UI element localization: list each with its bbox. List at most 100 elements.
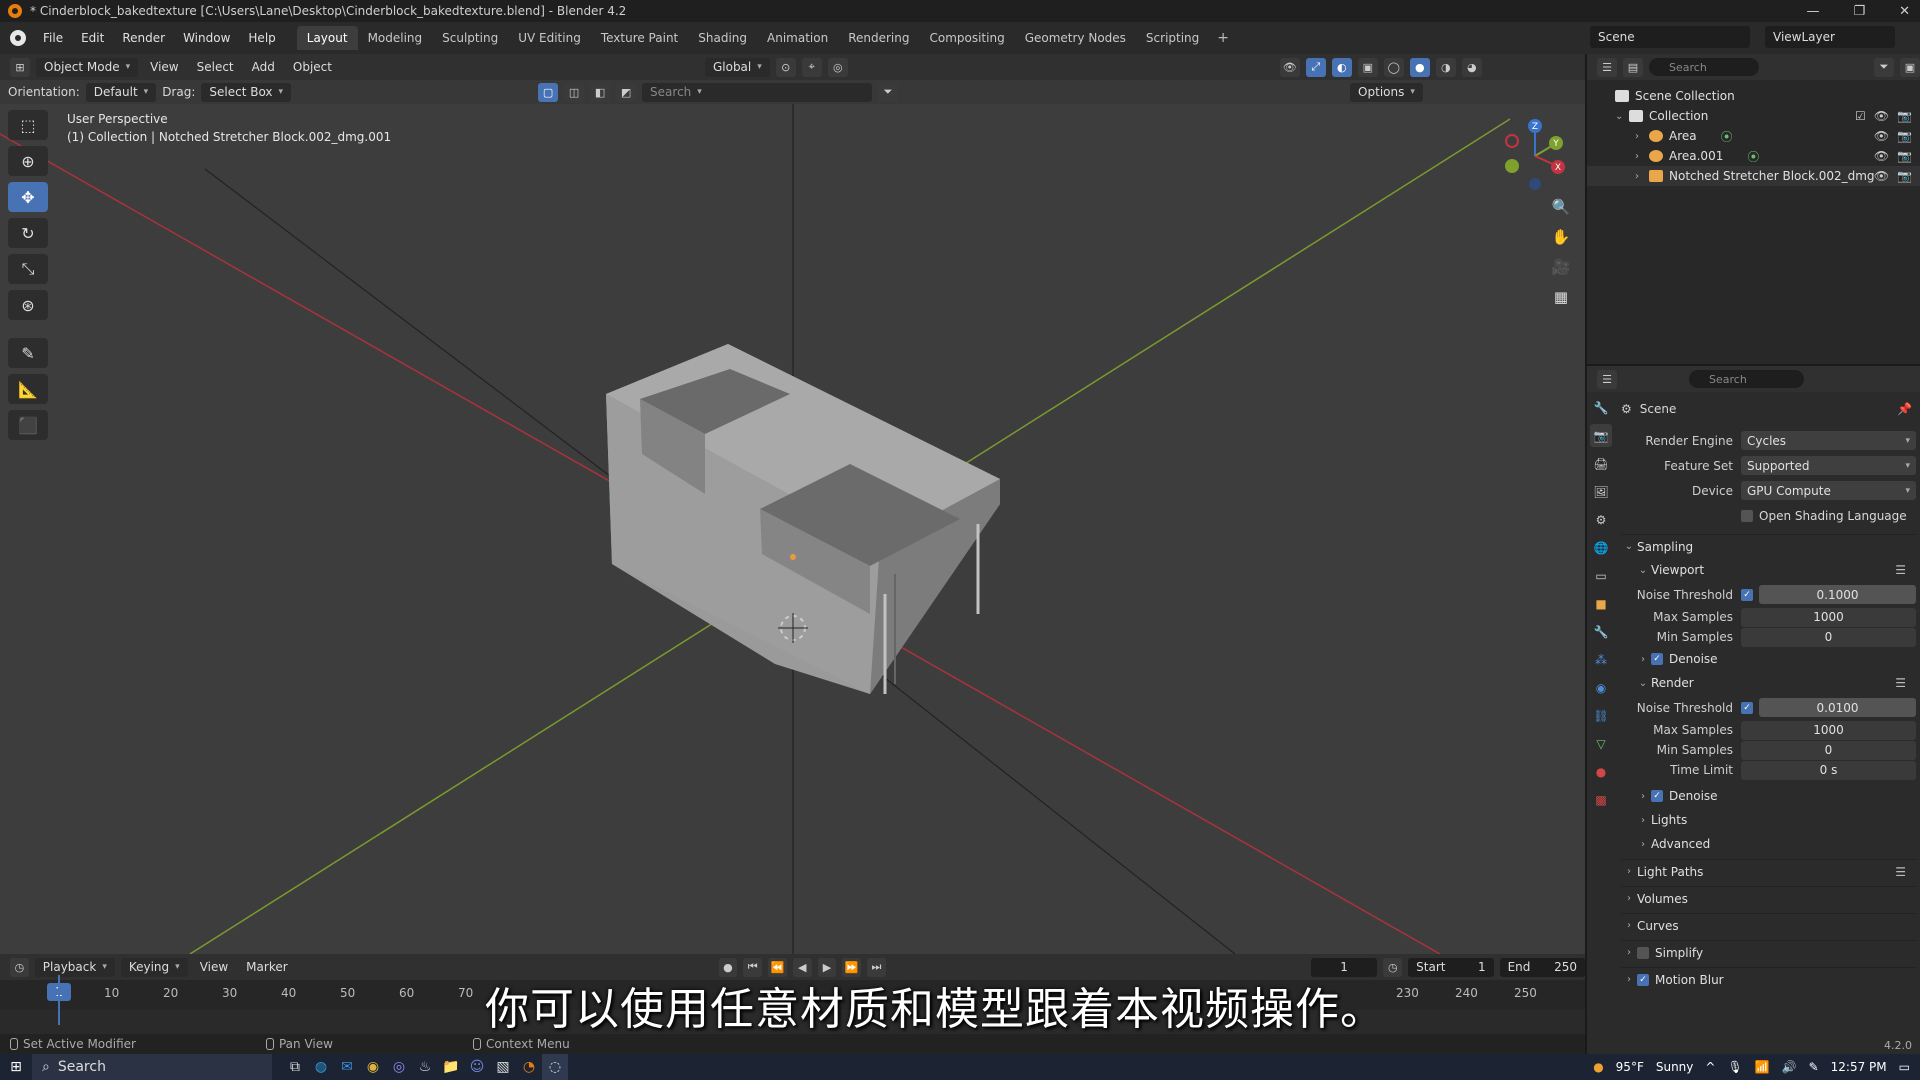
- item-eye-icon[interactable]: 👁: [1874, 149, 1889, 163]
- tab-modeling[interactable]: Modeling: [358, 26, 433, 50]
- light-paths-section[interactable]: › Light Paths ☰: [1621, 859, 1916, 883]
- tab-scripting[interactable]: Scripting: [1136, 26, 1209, 50]
- restore-icon[interactable]: ❐: [1853, 4, 1865, 19]
- menu-object[interactable]: Object: [287, 60, 338, 74]
- viewport-collapse-icon[interactable]: ⌄: [1635, 565, 1651, 576]
- clock-time[interactable]: 12:57 PM: [1831, 1060, 1887, 1074]
- render-engine-dropdown[interactable]: Cycles: [1741, 431, 1916, 450]
- volumes-section[interactable]: › Volumes: [1621, 886, 1916, 910]
- advanced-expand-icon[interactable]: ›: [1635, 839, 1651, 850]
- steam-icon[interactable]: ♨: [412, 1054, 438, 1080]
- visibility-icon[interactable]: 👁: [1279, 57, 1300, 77]
- transform-orientation-dropdown[interactable]: Global: [704, 57, 770, 77]
- wireframe-shading-icon[interactable]: ◯: [1383, 57, 1404, 77]
- pan-hand-icon[interactable]: ✋: [1548, 224, 1574, 250]
- move-tool-icon[interactable]: ✥: [8, 182, 48, 212]
- expand-icon[interactable]: ›: [1635, 131, 1649, 142]
- render-noise-threshold-field[interactable]: 0.0100: [1759, 698, 1916, 717]
- material-tab-icon[interactable]: ●: [1590, 760, 1612, 783]
- 3d-viewport[interactable]: ⊞ Object Mode View Select Add Object Glo…: [0, 54, 1585, 954]
- proportional-edit-icon[interactable]: ◎: [827, 57, 848, 77]
- rendered-shading-icon[interactable]: ◕: [1461, 57, 1482, 77]
- network-icon[interactable]: 📶: [1755, 1060, 1770, 1074]
- obs-icon[interactable]: ◌: [542, 1054, 568, 1080]
- view-layer-selector[interactable]: ViewLayer: [1765, 26, 1895, 48]
- edge-browser-icon[interactable]: ◍: [308, 1054, 334, 1080]
- outliner-item-area[interactable]: › Area ⦿ 👁 📷: [1587, 126, 1920, 146]
- mail-icon[interactable]: ✉: [334, 1054, 360, 1080]
- close-icon[interactable]: ✕: [1899, 4, 1910, 19]
- menu-select[interactable]: Select: [191, 60, 240, 74]
- solid-shading-icon[interactable]: ●: [1409, 57, 1430, 77]
- minimize-icon[interactable]: —: [1806, 4, 1819, 19]
- filter-icon[interactable]: ⏷: [878, 82, 899, 102]
- denoise-expand-icon[interactable]: ›: [1635, 654, 1651, 665]
- scene-selector[interactable]: Scene: [1590, 26, 1750, 48]
- app-icon-2[interactable]: ▧: [490, 1054, 516, 1080]
- menu-render[interactable]: Render: [113, 31, 174, 45]
- simplify-section[interactable]: › Simplify: [1621, 940, 1916, 964]
- viewport-search-field[interactable]: Search: [642, 82, 873, 102]
- particles-tab-icon[interactable]: ⁂: [1590, 648, 1612, 671]
- menu-edit[interactable]: Edit: [72, 31, 113, 45]
- menu-view[interactable]: View: [144, 60, 184, 74]
- world-tab-icon[interactable]: 🌐: [1590, 536, 1612, 559]
- tab-shading[interactable]: Shading: [688, 26, 757, 50]
- task-view-icon[interactable]: ⧉: [282, 1054, 308, 1080]
- simplify-expand-icon[interactable]: ›: [1621, 947, 1637, 958]
- new-collection-icon[interactable]: ▣: [1900, 57, 1920, 77]
- feature-set-dropdown[interactable]: Supported: [1741, 456, 1916, 475]
- render-presets-list-icon[interactable]: ☰: [1895, 676, 1906, 690]
- light-paths-presets-icon[interactable]: ☰: [1895, 865, 1906, 879]
- tab-texture-paint[interactable]: Texture Paint: [591, 26, 688, 50]
- annotate-tool-icon[interactable]: ✎: [8, 338, 48, 368]
- lights-subsection[interactable]: › Lights: [1621, 808, 1916, 832]
- viewport-noise-threshold-field[interactable]: 0.1000: [1759, 585, 1916, 604]
- time-limit-field[interactable]: 0 s: [1741, 760, 1916, 780]
- pen-icon[interactable]: ✎: [1809, 1060, 1819, 1074]
- select-subtract-icon[interactable]: ◧: [590, 82, 611, 102]
- collection-camera-icon[interactable]: 📷: [1897, 109, 1912, 123]
- item-camera-icon[interactable]: 📷: [1897, 149, 1912, 163]
- item-camera-icon[interactable]: 📷: [1897, 129, 1912, 143]
- denoise-expand-icon[interactable]: ›: [1635, 791, 1651, 802]
- microphone-icon[interactable]: 🎙: [1727, 1060, 1742, 1074]
- presets-list-icon[interactable]: ☰: [1895, 563, 1906, 577]
- file-explorer-icon[interactable]: 📁: [438, 1054, 464, 1080]
- display-mode-icon[interactable]: ▤: [1623, 57, 1643, 77]
- item-eye-icon[interactable]: 👁: [1874, 169, 1889, 183]
- render-denoise-subsection[interactable]: › ✓ Denoise: [1621, 784, 1916, 808]
- rotate-tool-icon[interactable]: ↻: [8, 218, 48, 248]
- tool-tab-icon[interactable]: 🔧: [1590, 396, 1612, 419]
- render-collapse-icon[interactable]: ⌄: [1635, 678, 1651, 689]
- scale-tool-icon[interactable]: ⤡: [8, 254, 48, 284]
- simplify-checkbox[interactable]: [1637, 946, 1649, 959]
- pin-icon[interactable]: 📌: [1897, 402, 1912, 416]
- timeline-marker-menu[interactable]: Marker: [240, 960, 293, 974]
- select-mode-icon[interactable]: ▢: [538, 82, 559, 102]
- add-workspace-icon[interactable]: +: [1209, 30, 1237, 46]
- blender-menu-icon[interactable]: [10, 30, 26, 46]
- viewport-max-samples-field[interactable]: 1000: [1741, 607, 1916, 627]
- app-icon[interactable]: ◎: [386, 1054, 412, 1080]
- item-eye-icon[interactable]: 👁: [1874, 129, 1889, 143]
- select-box-tool-icon[interactable]: ⬚: [8, 110, 48, 140]
- add-cube-tool-icon[interactable]: ⬛: [8, 410, 48, 440]
- device-dropdown[interactable]: GPU Compute: [1741, 481, 1916, 500]
- tab-sculpting[interactable]: Sculpting: [432, 26, 508, 50]
- volumes-expand-icon[interactable]: ›: [1621, 893, 1637, 904]
- scene-collection-row[interactable]: Scene Collection: [1587, 86, 1920, 106]
- curves-section[interactable]: › Curves: [1621, 913, 1916, 937]
- properties-search-field[interactable]: Search: [1689, 370, 1804, 388]
- curves-expand-icon[interactable]: ›: [1621, 920, 1637, 931]
- osl-checkbox[interactable]: [1741, 509, 1753, 522]
- mode-dropdown[interactable]: Object Mode: [36, 57, 139, 77]
- render-tab-icon[interactable]: 📷: [1590, 424, 1612, 447]
- menu-window[interactable]: Window: [174, 31, 239, 45]
- viewport-denoise-checkbox[interactable]: ✓: [1651, 653, 1663, 665]
- blender-taskbar-icon[interactable]: ◔: [516, 1054, 542, 1080]
- texture-tab-icon[interactable]: ▩: [1590, 788, 1612, 811]
- collection-row[interactable]: ⌄ Collection ☑ 👁 📷: [1587, 106, 1920, 126]
- sampling-collapse-icon[interactable]: ⌄: [1621, 541, 1637, 552]
- tab-rendering[interactable]: Rendering: [838, 26, 919, 50]
